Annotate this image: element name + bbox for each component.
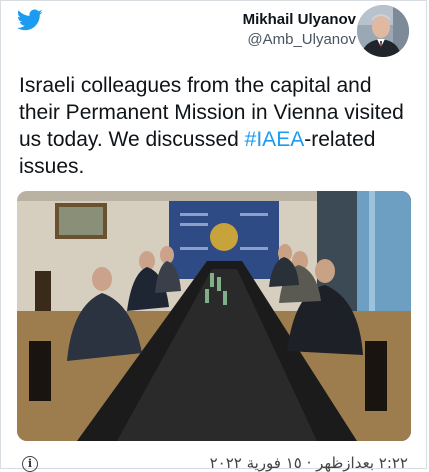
author-name[interactable]: Mikhail Ulyanov <box>243 11 356 28</box>
tweet-card: Mikhail Ulyanov @Amb_Ulyanov Israeli col… <box>0 0 429 472</box>
tweet-timestamp[interactable]: ٢:٢٢ بعدازظهر · ١٥ فورية ٢٠٢٢ <box>210 454 408 472</box>
tweet-footer: i ٢:٢٢ بعدازظهر · ١٥ فورية ٢٠٢٢ <box>1 448 429 472</box>
twitter-bird-icon[interactable] <box>15 7 45 33</box>
author-handle[interactable]: @Amb_Ulyanov <box>243 31 356 48</box>
meeting-photo <box>17 191 411 441</box>
avatar-image <box>357 5 409 57</box>
tweet-photo[interactable] <box>17 191 411 441</box>
hashtag-link[interactable]: #IAEA <box>245 128 305 151</box>
avatar[interactable] <box>357 5 409 57</box>
tweet-text: Israeli colleagues from the capital and … <box>19 72 414 180</box>
author-block[interactable]: Mikhail Ulyanov @Amb_Ulyanov <box>243 11 356 49</box>
info-icon[interactable]: i <box>22 456 38 472</box>
